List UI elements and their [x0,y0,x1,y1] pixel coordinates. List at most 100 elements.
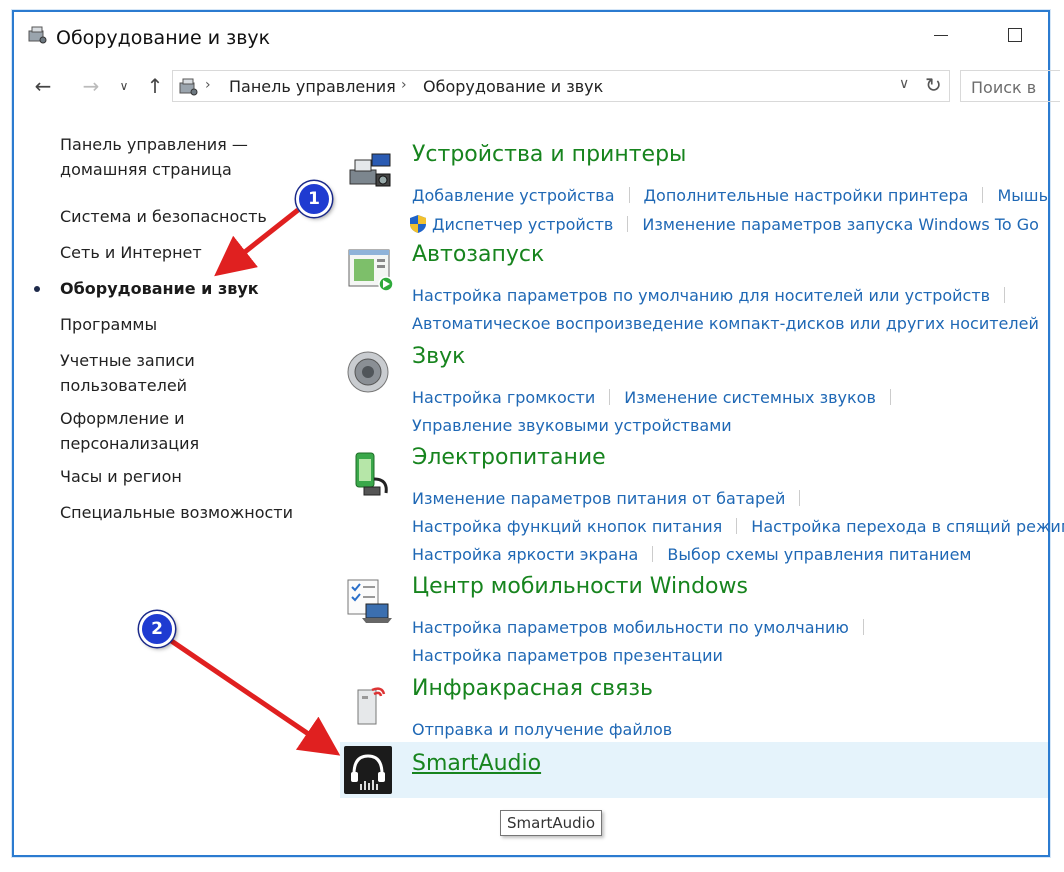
sidebar-item-label: Учетные записи [60,351,195,370]
link-screen-brightness[interactable]: Настройка яркости экрана [412,545,638,564]
breadcrumb-control-panel[interactable]: Панель управления [229,77,396,96]
link-power-plan[interactable]: Выбор схемы управления питанием [667,545,971,564]
active-bullet-icon [34,286,40,292]
breadcrumb-hardware-sound[interactable]: Оборудование и звук [423,77,603,96]
separator [628,187,630,203]
link-row: Управление звуковыми устройствами [412,416,732,435]
category-smartaudio[interactable]: SmartAudio [340,742,1048,798]
minimize-button[interactable] [926,20,956,50]
mobility-laptop-icon [347,579,392,623]
address-dropdown-icon[interactable]: ∨ [899,76,909,92]
link-mobility-defaults[interactable]: Настройка параметров мобильности по умол… [412,618,849,637]
category-title[interactable]: Звук [412,344,465,369]
tooltip: SmartAudio [500,810,603,836]
arrow-right-icon: → [82,74,100,98]
link-volume[interactable]: Настройка громкости [412,388,595,407]
category-title[interactable]: Центр мобильности Windows [412,574,748,599]
link-system-sounds[interactable]: Изменение системных звуков [624,388,876,407]
link-row: Настройка параметров презентации [412,646,723,665]
link-send-receive-files[interactable]: Отправка и получение файлов [412,720,672,739]
back-button[interactable]: ← [28,72,58,100]
sidebar-item-personalization[interactable]: Оформление и персонализация [60,406,320,456]
link-autoplay-cds[interactable]: Автоматическое воспроизведение компакт-д… [412,314,1039,333]
navigation-bar: ← → ∨ ↑ › Панель управления › Оборудован… [14,66,1063,106]
separator [1004,287,1006,303]
sidebar-item-label: персонализация [60,434,200,453]
link-row: Настройка громкости Изменение системных з… [412,388,905,407]
sidebar-item-label: Специальные возможности [60,503,294,522]
power-plug-icon [355,452,388,496]
separator [889,389,891,405]
link-row: Диспетчер устройств Изменение параметров … [408,214,1039,234]
sidebar-item-label: Сеть и Интернет [60,243,202,262]
breadcrumb-chevron-icon: › [401,77,407,93]
sidebar-item-programs[interactable]: Программы [60,312,320,337]
sidebar-item-system-security[interactable]: Система и безопасность [60,204,320,229]
separator [736,518,738,534]
search-box[interactable] [960,70,1063,102]
sidebar-item-label: Панель управления — [60,135,248,154]
category-title[interactable]: Автозапуск [412,242,544,267]
sidebar-item-label: Программы [60,315,158,334]
link-row: Отправка и получение файлов [412,720,672,739]
link-row: Настройка функций кнопок питания Настройк… [412,517,1064,536]
sidebar-item-label: пользователей [60,376,188,395]
sidebar-item-label: домашняя страница [60,160,232,179]
category-title[interactable]: SmartAudio [412,751,541,776]
sidebar-item-home[interactable]: Панель управления — домашняя страница [60,132,320,182]
link-battery-settings[interactable]: Изменение параметров питания от батарей [412,489,785,508]
sidebar-item-hardware-sound[interactable]: Оборудование и звук [60,276,320,301]
speaker-icon [347,351,389,393]
separator [652,546,654,562]
search-input[interactable] [969,75,1063,99]
window-title: Оборудование и звук [56,27,271,49]
category-title[interactable]: Электропитание [412,445,606,470]
link-presentation[interactable]: Настройка параметров презентации [412,646,723,665]
title-bar: Оборудование и звук [14,12,1048,60]
sidebar-item-label: Оборудование и звук [60,279,259,298]
annotation-badge-2: 2 [139,611,175,647]
link-autoplay-defaults[interactable]: Настройка параметров по умолчанию для но… [412,286,990,305]
sidebar-item-clock-region[interactable]: Часы и регион [60,464,320,489]
link-add-device[interactable]: Добавление устройства [412,186,615,205]
category-title[interactable]: Инфракрасная связь [412,676,653,701]
separator [609,389,611,405]
headphones-icon [344,746,392,794]
sidebar-item-network[interactable]: Сеть и Интернет [60,240,320,265]
link-printer-settings[interactable]: Дополнительные настройки принтера [644,186,969,205]
separator [982,187,984,203]
separator [627,216,629,232]
link-sleep-mode[interactable]: Настройка перехода в спящий режим [751,517,1064,536]
sidebar-item-label: Система и безопасность [60,207,267,226]
link-row: Изменение параметров питания от батарей [412,489,814,508]
link-mouse[interactable]: Мышь [997,186,1048,205]
sidebar-item-user-accounts[interactable]: Учетные записи пользователей [60,348,320,398]
link-row: Автоматическое воспроизведение компакт-д… [412,314,1039,333]
sidebar-item-accessibility[interactable]: Специальные возможности [60,500,320,525]
separator [799,490,801,506]
link-device-manager[interactable]: Диспетчер устройств [432,215,613,234]
control-panel-window: Оборудование и звук ← → ∨ ↑ › Панель упр… [12,10,1064,857]
arrow-left-icon: ← [34,74,52,98]
forward-button[interactable]: → [76,72,106,100]
recent-locations-button[interactable]: ∨ [114,72,134,100]
link-windows-to-go[interactable]: Изменение параметров запуска Windows To … [642,215,1039,234]
arrow-up-icon: ↑ [146,74,164,98]
infrared-icon [357,687,386,725]
breadcrumb-chevron-icon: › [205,77,211,93]
maximize-button[interactable] [1000,20,1030,50]
category-title[interactable]: Устройства и принтеры [412,142,686,167]
up-button[interactable]: ↑ [140,72,170,100]
uac-shield-icon [410,215,426,233]
chevron-down-icon: ∨ [119,79,129,93]
sidebar-item-label: Оформление и [60,409,185,428]
link-power-buttons[interactable]: Настройка функций кнопок питания [412,517,722,536]
link-audio-devices[interactable]: Управление звуковыми устройствами [412,416,732,435]
hardware-sound-icon [28,26,47,44]
sidebar-item-label: Часы и регион [60,467,182,486]
devices-printer-icon [349,153,391,187]
refresh-icon[interactable]: ↻ [925,73,942,97]
hardware-sound-icon [179,78,198,96]
address-bar[interactable]: › Панель управления › Оборудование и зву… [172,70,950,102]
link-row: Добавление устройства Дополнительные наст… [412,186,1048,205]
